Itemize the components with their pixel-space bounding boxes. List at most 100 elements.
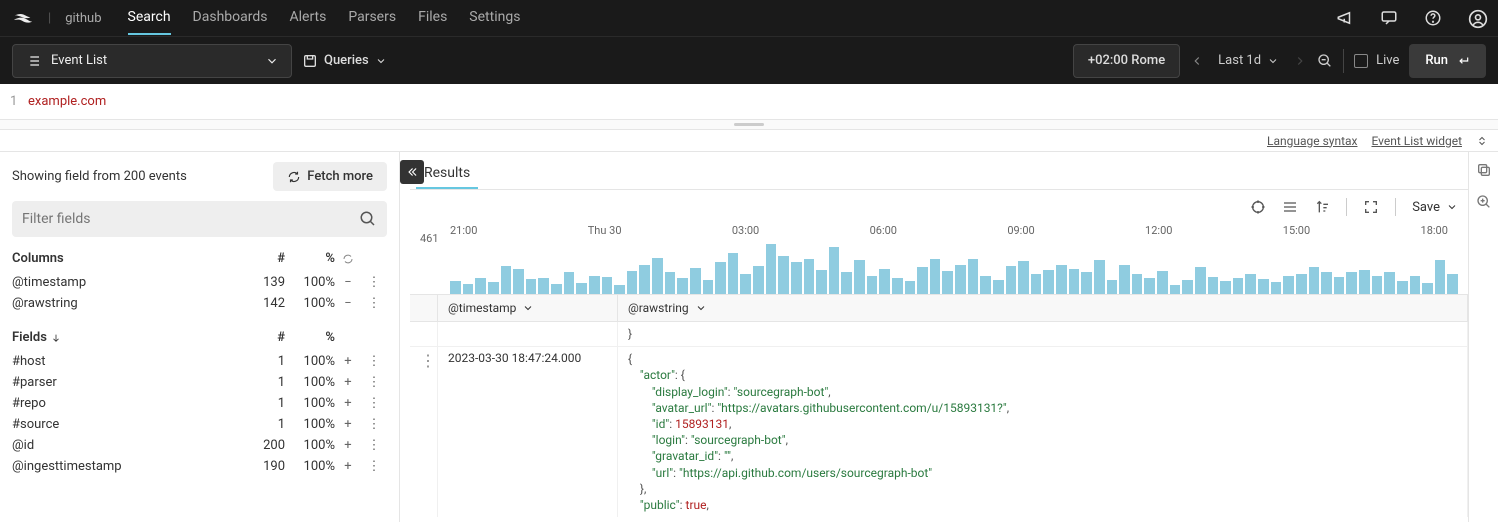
histogram-bar[interactable] [1182, 280, 1193, 294]
justify-icon[interactable] [1282, 199, 1298, 215]
time-prev[interactable] [1190, 53, 1204, 68]
histogram-bar[interactable] [488, 282, 499, 294]
announcement-icon[interactable] [1336, 9, 1354, 27]
query-editor[interactable]: 1 example.com [0, 84, 1498, 120]
nav-files[interactable]: Files [418, 1, 447, 35]
histogram-bar[interactable] [778, 256, 789, 294]
histogram-bar[interactable] [1208, 277, 1219, 294]
run-button[interactable]: Run [1409, 44, 1486, 78]
sort-icon[interactable] [1314, 199, 1330, 215]
histogram-bar[interactable] [728, 253, 739, 294]
histogram-bar[interactable] [526, 279, 537, 294]
histogram-bar[interactable] [854, 260, 865, 294]
copy-icon[interactable] [1476, 162, 1492, 178]
histogram-bar[interactable] [501, 266, 512, 294]
add-icon[interactable]: + [335, 438, 361, 453]
refresh-icon[interactable] [335, 251, 361, 266]
histogram-bar[interactable] [1043, 270, 1054, 294]
histogram-bar[interactable] [450, 281, 461, 294]
fetch-more-button[interactable]: Fetch more [273, 162, 387, 191]
help-icon[interactable] [1424, 9, 1442, 27]
row-menu-icon[interactable]: ⋮ [420, 351, 436, 370]
more-icon[interactable]: ⋮ [361, 296, 387, 311]
add-icon[interactable]: + [335, 417, 361, 432]
field-row[interactable]: #source 1 100% + ⋮ [12, 414, 387, 435]
repo-name[interactable]: github [65, 11, 101, 26]
histogram-bar[interactable] [980, 276, 991, 294]
histogram-bar[interactable] [1056, 265, 1067, 294]
field-row[interactable]: @ingesttimestamp 190 100% + ⋮ [12, 456, 387, 477]
col-rawstring[interactable]: @rawstring [618, 295, 1468, 321]
histogram-bar[interactable] [1397, 281, 1408, 294]
user-avatar-icon[interactable] [1468, 9, 1486, 27]
histogram-bar[interactable] [589, 276, 600, 294]
zoom-in-icon[interactable] [1476, 194, 1492, 210]
histogram-bar[interactable] [665, 272, 676, 294]
histogram-bar[interactable] [614, 285, 625, 294]
histogram-bar[interactable] [816, 270, 827, 294]
time-next[interactable] [1293, 53, 1307, 68]
histogram-bar[interactable] [968, 259, 979, 294]
histogram-bar[interactable] [993, 280, 1004, 294]
more-icon[interactable]: ⋮ [361, 275, 387, 290]
histogram-bar[interactable] [564, 272, 575, 294]
histogram-bar[interactable] [879, 269, 890, 294]
table-row[interactable]: ⋮ 2023-03-30 18:47:24.000 { "actor": { "… [410, 347, 1468, 517]
col-timestamp[interactable]: @timestamp [438, 295, 618, 321]
comment-icon[interactable] [1380, 9, 1398, 27]
histogram-bar[interactable] [652, 258, 663, 294]
histogram-bar[interactable] [1283, 276, 1294, 294]
histogram-bar[interactable] [1094, 260, 1105, 294]
histogram-bar[interactable] [829, 247, 840, 294]
field-row[interactable]: @id 200 100% + ⋮ [12, 435, 387, 456]
histogram-bar[interactable] [538, 278, 549, 294]
collapse-sidebar-button[interactable] [400, 160, 424, 184]
histogram-bar[interactable] [1410, 276, 1421, 294]
histogram-bar[interactable] [1321, 272, 1332, 294]
more-icon[interactable]: ⋮ [361, 459, 387, 474]
histogram-bar[interactable] [1334, 277, 1345, 294]
live-toggle[interactable]: Live [1354, 53, 1399, 68]
histogram-bar[interactable] [867, 276, 878, 294]
more-icon[interactable]: ⋮ [361, 396, 387, 411]
field-row[interactable]: #host 1 100% + ⋮ [12, 351, 387, 372]
remove-icon[interactable]: − [335, 296, 361, 311]
language-syntax-link[interactable]: Language syntax [1267, 134, 1357, 148]
histogram-bar[interactable] [703, 280, 714, 294]
histogram-bar[interactable] [1170, 285, 1181, 294]
nav-dashboards[interactable]: Dashboards [193, 1, 268, 35]
column-row[interactable]: @rawstring 142 100% − ⋮ [12, 293, 387, 314]
nav-settings[interactable]: Settings [469, 1, 520, 35]
histogram-bar[interactable] [1245, 274, 1256, 294]
timezone-select[interactable]: +02:00 Rome [1073, 44, 1180, 78]
nav-parsers[interactable]: Parsers [348, 1, 396, 35]
histogram-bar[interactable] [1384, 272, 1395, 294]
histogram-bar[interactable] [1346, 272, 1357, 294]
event-list-widget-link[interactable]: Event List widget [1371, 134, 1462, 148]
remove-icon[interactable]: − [335, 275, 361, 290]
histogram-bar[interactable] [1157, 271, 1168, 294]
more-icon[interactable]: ⋮ [361, 438, 387, 453]
histogram-bar[interactable] [576, 283, 587, 294]
histogram-bar[interactable] [677, 278, 688, 294]
field-row[interactable]: #parser 1 100% + ⋮ [12, 372, 387, 393]
histogram-bar[interactable] [1435, 260, 1446, 294]
histogram-bar[interactable] [955, 265, 966, 294]
histogram-bar[interactable] [917, 267, 928, 294]
column-row[interactable]: @timestamp 139 100% − ⋮ [12, 272, 387, 293]
histogram-bar[interactable] [1220, 281, 1231, 294]
nav-alerts[interactable]: Alerts [289, 1, 326, 35]
crosshair-icon[interactable] [1250, 199, 1266, 215]
histogram-bar[interactable] [463, 284, 474, 294]
histogram-bar[interactable] [1233, 278, 1244, 294]
view-select[interactable]: Event List [12, 44, 292, 78]
histogram-bar[interactable] [841, 272, 852, 294]
histogram-bar[interactable] [1271, 282, 1282, 294]
histogram-bar[interactable] [1372, 276, 1383, 294]
histogram-bar[interactable] [942, 271, 953, 294]
more-icon[interactable]: ⋮ [361, 375, 387, 390]
histogram-bar[interactable] [1422, 283, 1433, 294]
histogram-bar[interactable] [602, 277, 613, 294]
histogram-bar[interactable] [1195, 267, 1206, 294]
histogram-bar[interactable] [551, 284, 562, 294]
